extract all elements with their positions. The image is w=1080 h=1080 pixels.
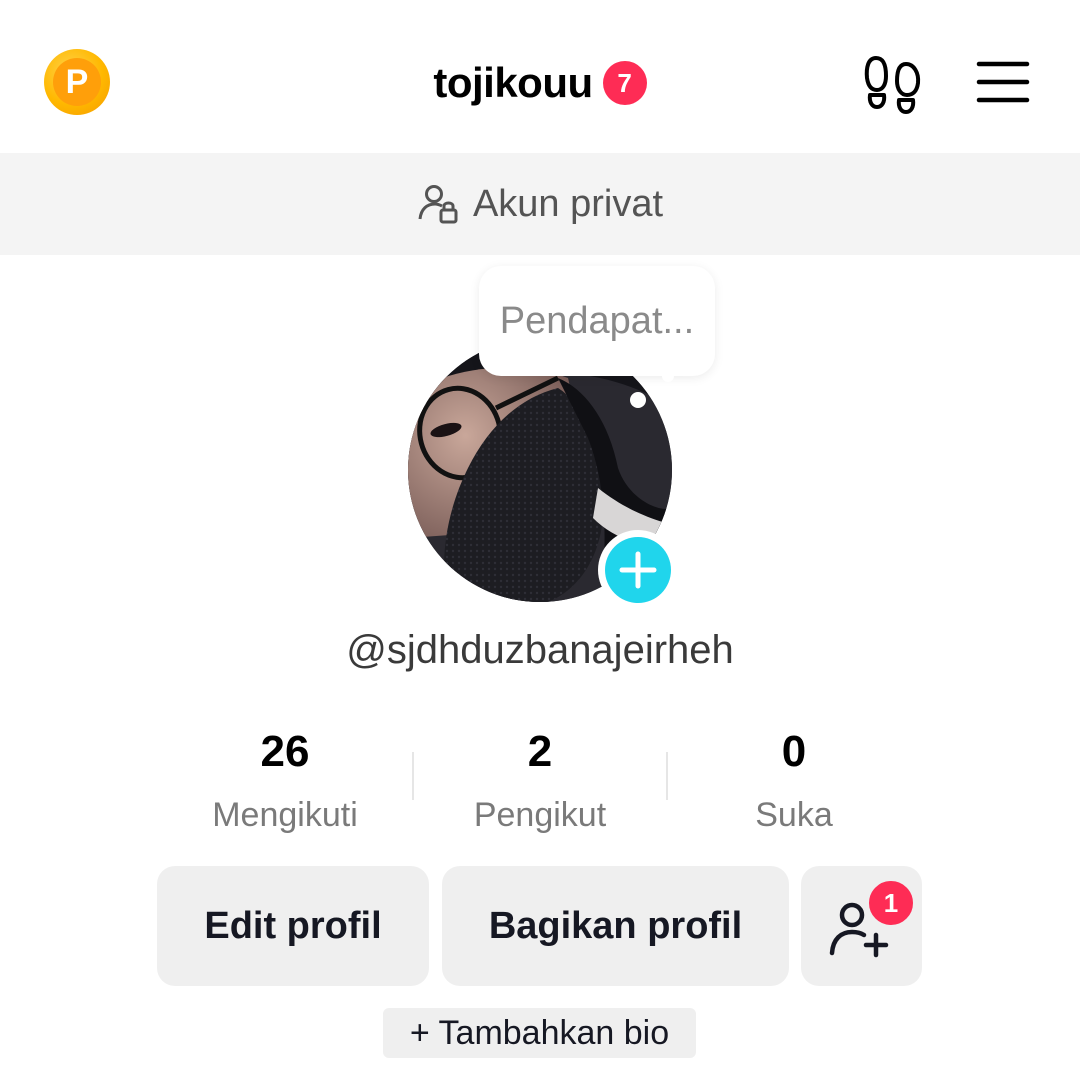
user-lock-icon bbox=[418, 185, 458, 224]
stat-value: 0 bbox=[781, 727, 807, 776]
edit-profile-button[interactable]: Edit profil bbox=[157, 866, 429, 986]
share-profile-label: Bagikan profil bbox=[488, 904, 743, 947]
stat-following[interactable]: 26 Mengikuti bbox=[157, 726, 413, 835]
private-account-banner: Akun privat bbox=[0, 153, 1080, 255]
note-bubble-tail bbox=[630, 392, 646, 408]
add-friends-badge: 1 bbox=[866, 878, 916, 928]
note-bubble-tail bbox=[662, 370, 674, 382]
profile-handle: @sjdhduzbanajeirheh bbox=[346, 628, 734, 672]
stat-value: 26 bbox=[260, 727, 310, 776]
page-title: tojikouu bbox=[433, 59, 593, 106]
stat-label: Mengikuti bbox=[212, 796, 358, 834]
add-bio-button[interactable]: + Tambahkan bio bbox=[383, 1008, 696, 1058]
share-profile-button[interactable]: Bagikan profil bbox=[442, 866, 789, 986]
add-bio-label: + Tambahkan bio bbox=[409, 1013, 670, 1052]
add-story-circle bbox=[605, 537, 671, 603]
notification-badge: 7 bbox=[602, 61, 647, 105]
stat-label: Pengikut bbox=[473, 796, 607, 834]
note-bubble[interactable]: Pendapat... bbox=[479, 266, 715, 376]
stat-likes[interactable]: 0 Suka bbox=[666, 726, 922, 835]
plus-icon bbox=[619, 551, 657, 589]
note-bubble-text: Pendapat... bbox=[499, 299, 695, 342]
menu-icon[interactable] bbox=[976, 60, 1030, 104]
stat-followers[interactable]: 2 Pengikut bbox=[412, 726, 668, 835]
add-story-button[interactable] bbox=[598, 530, 678, 610]
edit-profile-label: Edit profil bbox=[204, 904, 382, 947]
footprint-icon[interactable] bbox=[862, 54, 924, 114]
stat-value: 2 bbox=[527, 727, 553, 776]
stat-label: Suka bbox=[755, 796, 833, 834]
private-account-label: Akun privat bbox=[472, 182, 664, 225]
